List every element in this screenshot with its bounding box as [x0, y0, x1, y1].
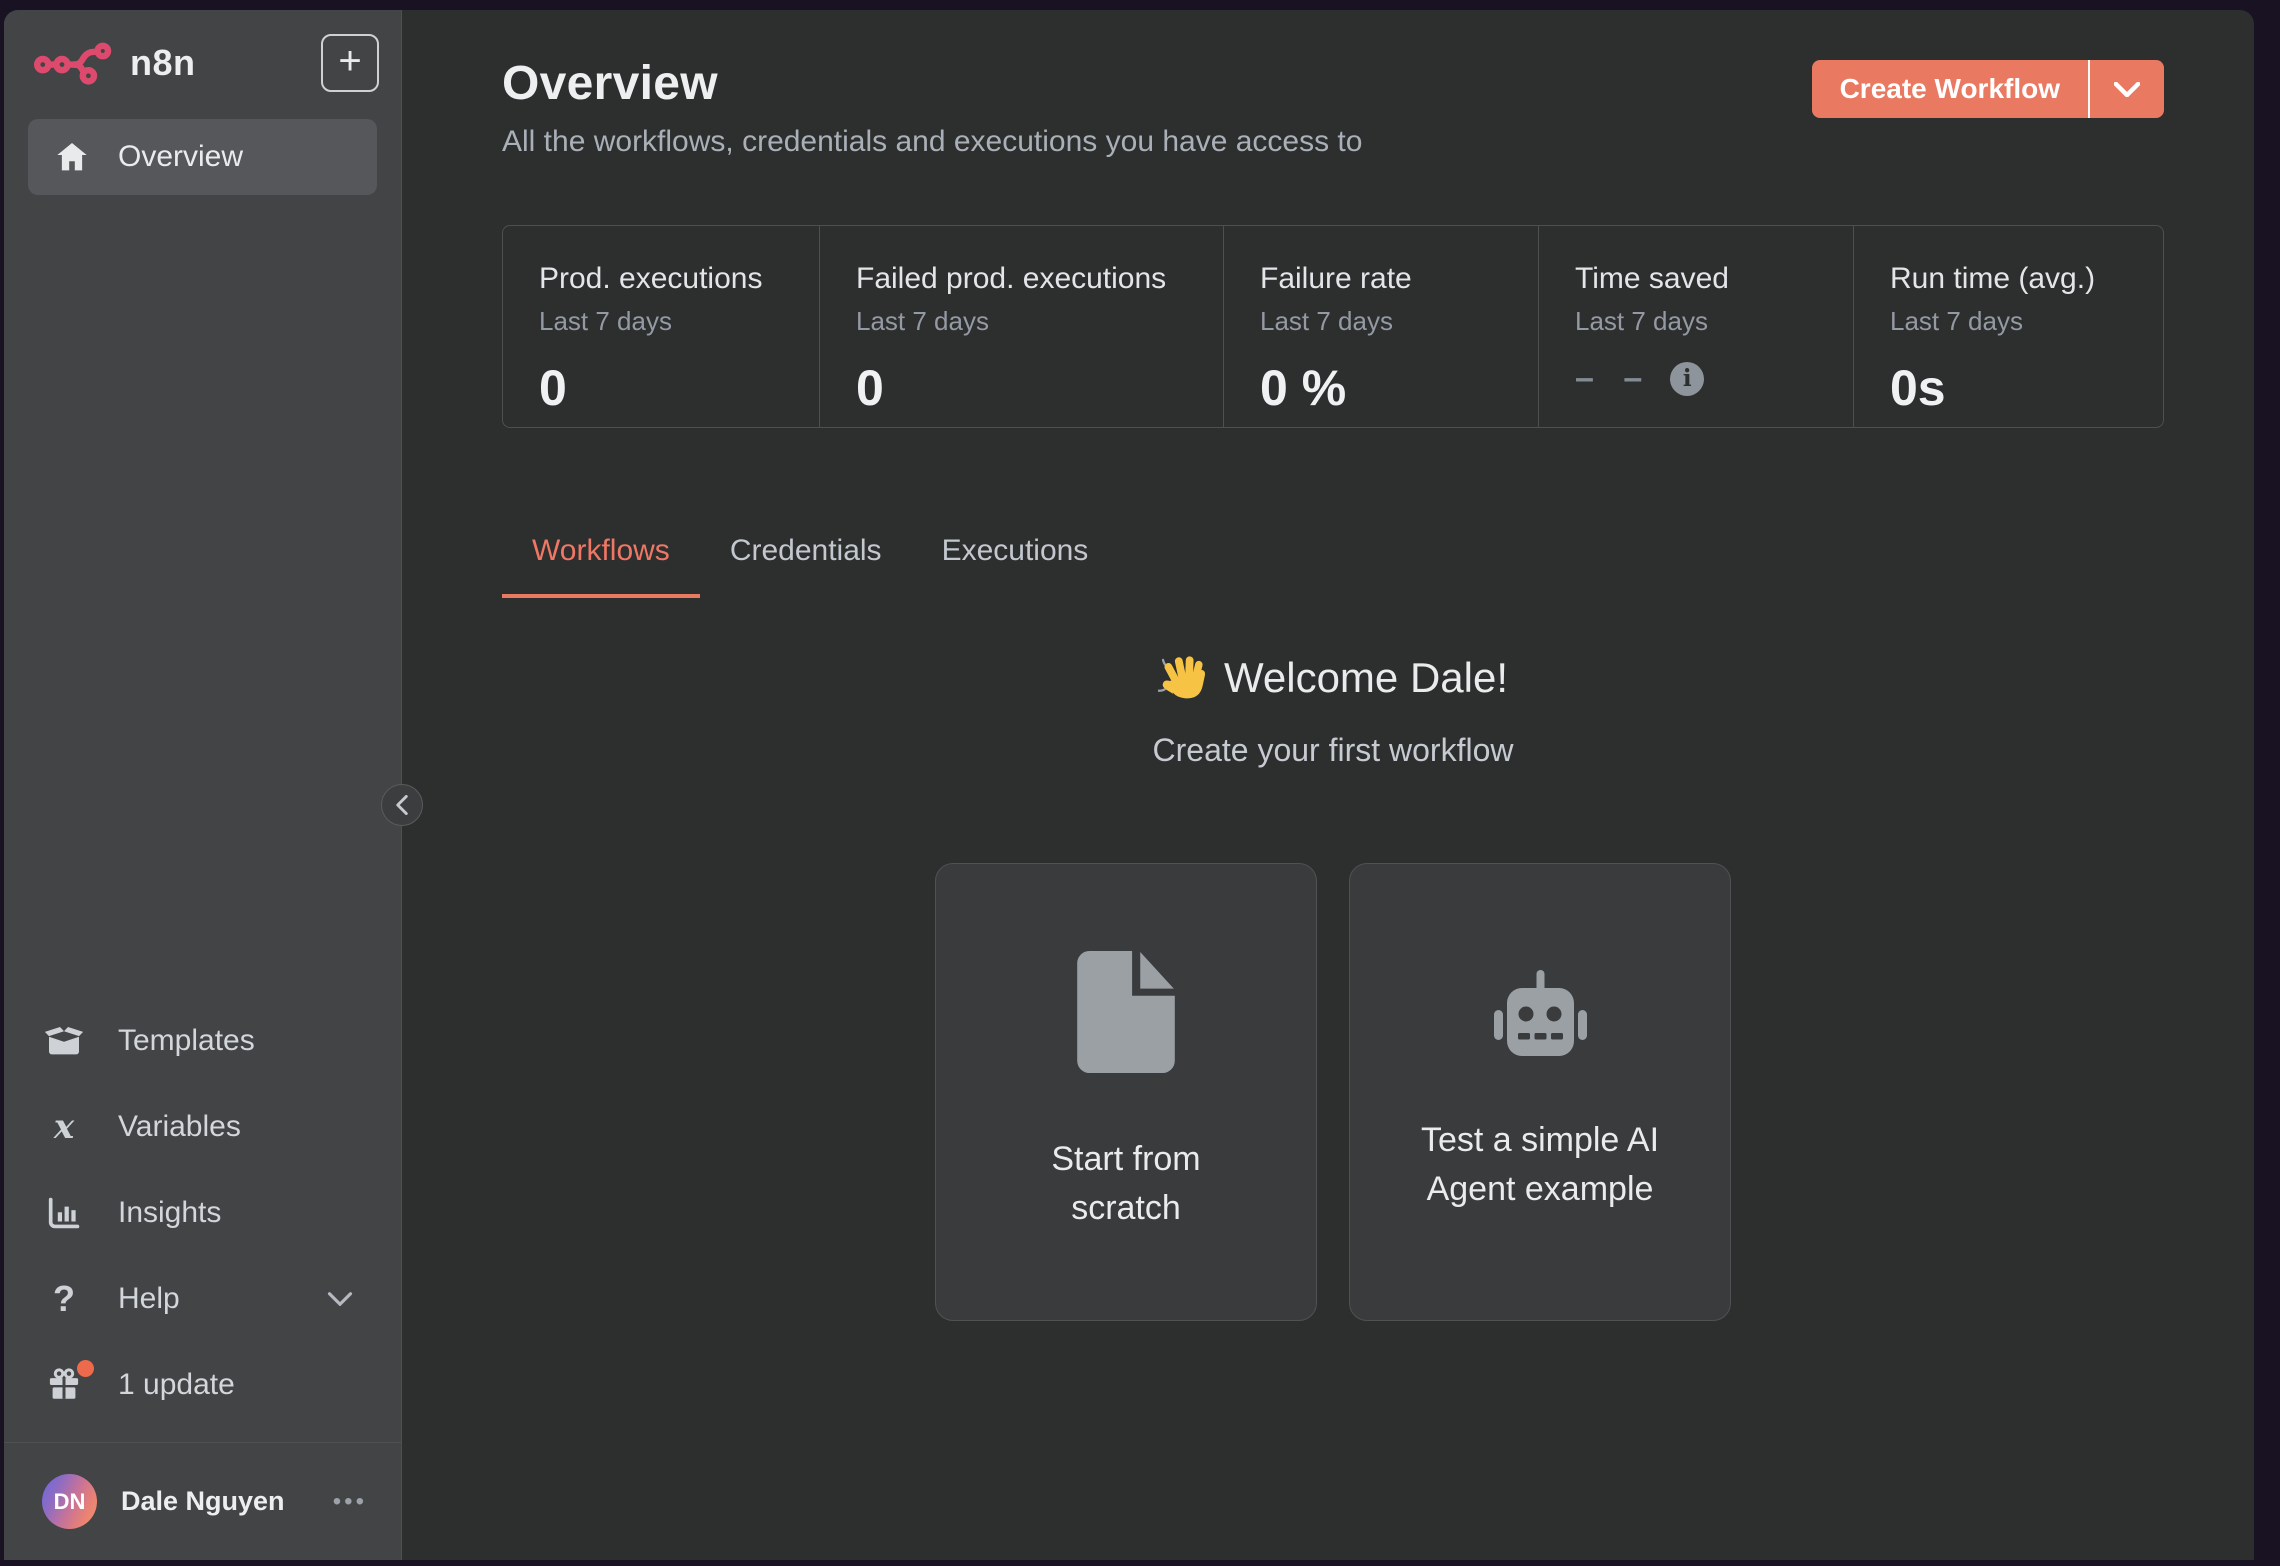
welcome-title: Welcome Dale! [502, 652, 2164, 704]
sidebar-item-label: Help [118, 1282, 180, 1316]
stat-title: Prod. executions [539, 262, 799, 296]
stat-value: 0 % [1260, 359, 1518, 417]
tab-executions[interactable]: Executions [912, 534, 1119, 598]
stat-title: Run time (avg.) [1890, 262, 2143, 296]
n8n-logo-icon [34, 39, 114, 87]
question-icon: ? [42, 1278, 86, 1320]
sidebar-item-overview[interactable]: Overview [28, 119, 377, 195]
card-label: Test a simple AI Agent example [1415, 1116, 1665, 1215]
stat-title: Failed prod. executions [856, 262, 1203, 296]
robot-icon [1484, 970, 1596, 1066]
stat-card-time-saved: Time saved Last 7 days – – i [1539, 226, 1854, 427]
sidebar-item-updates[interactable]: 1 update [42, 1356, 353, 1414]
stat-value: 0 [856, 359, 1203, 417]
tab-workflows[interactable]: Workflows [502, 534, 700, 598]
app-window: n8n + Overview Templates [4, 10, 2254, 1560]
sidebar-item-label: Templates [118, 1024, 255, 1058]
plus-icon: + [338, 41, 361, 81]
sidebar-item-help[interactable]: ? Help [42, 1270, 353, 1328]
sidebar-header: n8n + [4, 10, 401, 92]
welcome-text: Welcome Dale! [1224, 654, 1508, 702]
welcome-subtitle: Create your first workflow [502, 732, 2164, 769]
document-icon [1077, 951, 1175, 1073]
stat-title: Failure rate [1260, 262, 1518, 296]
stat-period: Last 7 days [539, 306, 799, 337]
gift-icon [42, 1367, 86, 1403]
stat-value: 0s [1890, 359, 2143, 417]
bar-chart-icon [42, 1196, 86, 1230]
sidebar-collapse-button[interactable] [381, 784, 423, 826]
user-menu[interactable]: DN Dale Nguyen ••• [4, 1442, 401, 1560]
create-workflow-label[interactable]: Create Workflow [1812, 60, 2088, 118]
stats-row: Prod. executions Last 7 days 0 Failed pr… [502, 225, 2164, 428]
stat-card-failure-rate: Failure rate Last 7 days 0 % [1224, 226, 1539, 427]
info-icon[interactable]: i [1670, 362, 1704, 396]
card-label: Start from scratch [1001, 1135, 1251, 1234]
stat-card-prod-executions: Prod. executions Last 7 days 0 [503, 226, 820, 427]
tab-bar: Workflows Credentials Executions [502, 534, 2164, 598]
user-name: Dale Nguyen [121, 1486, 309, 1517]
create-workflow-button[interactable]: Create Workflow [1812, 60, 2164, 118]
notification-dot [77, 1360, 94, 1377]
stat-value: 0 [539, 359, 799, 417]
starter-cards: Start from scratch [502, 863, 2164, 1321]
stat-value: – – i [1575, 359, 1833, 398]
stat-title: Time saved [1575, 262, 1833, 296]
sidebar: n8n + Overview Templates [4, 10, 402, 1560]
ai-agent-example-card[interactable]: Test a simple AI Agent example [1349, 863, 1731, 1321]
ellipsis-menu-button[interactable]: ••• [333, 1488, 367, 1516]
no-data-dashes: – – [1575, 359, 1652, 398]
start-from-scratch-card[interactable]: Start from scratch [935, 863, 1317, 1321]
sidebar-item-insights[interactable]: Insights [42, 1184, 353, 1242]
app-title: n8n [130, 42, 196, 84]
home-icon [56, 142, 88, 172]
stat-period: Last 7 days [1260, 306, 1518, 337]
page-header: Overview All the workflows, credentials … [502, 56, 2164, 159]
sidebar-item-variables[interactable]: x Variables [42, 1098, 353, 1156]
add-workflow-button[interactable]: + [321, 34, 379, 92]
stat-card-failed-executions: Failed prod. executions Last 7 days 0 [820, 226, 1224, 427]
welcome-section: Welcome Dale! Create your first workflow [502, 652, 2164, 769]
main-content: Overview All the workflows, credentials … [402, 10, 2254, 1560]
stat-period: Last 7 days [1890, 306, 2143, 337]
box-open-icon [42, 1025, 86, 1057]
avatar-initials: DN [54, 1489, 86, 1515]
sidebar-item-label: Variables [118, 1110, 241, 1144]
sidebar-item-label: 1 update [118, 1368, 235, 1402]
create-workflow-dropdown[interactable] [2090, 60, 2164, 118]
tab-credentials[interactable]: Credentials [700, 534, 912, 598]
sidebar-item-label: Insights [118, 1196, 221, 1230]
chevron-down-icon [327, 1292, 353, 1306]
sidebar-item-label: Overview [118, 140, 243, 174]
page-subtitle: All the workflows, credentials and execu… [502, 125, 2164, 159]
stat-period: Last 7 days [1575, 306, 1833, 337]
variables-x-icon: x [42, 1107, 86, 1147]
avatar[interactable]: DN [42, 1474, 97, 1529]
sidebar-item-templates[interactable]: Templates [42, 1012, 353, 1070]
sidebar-bottom-nav: Templates x Variables Insights [4, 1012, 401, 1442]
stat-card-run-time: Run time (avg.) Last 7 days 0s [1854, 226, 2163, 427]
waving-hand-icon [1158, 652, 1210, 704]
stat-period: Last 7 days [856, 306, 1203, 337]
chevron-down-icon [2114, 82, 2140, 97]
chevron-left-icon [395, 795, 409, 815]
